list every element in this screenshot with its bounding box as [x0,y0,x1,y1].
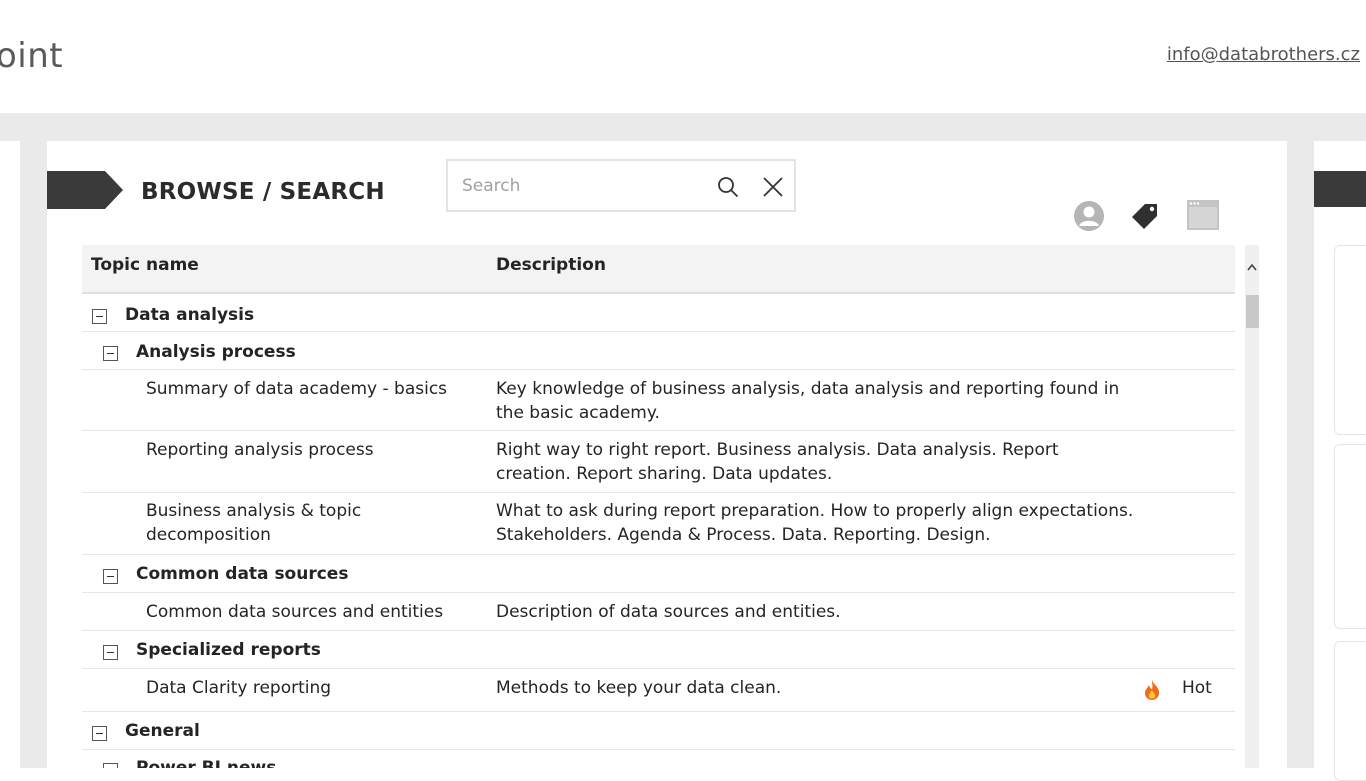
topic-description: What to ask during report preparation. H… [496,501,1134,545]
table-row[interactable]: Summary of data academy - basics Key kno… [82,371,1235,431]
right-card-tile [1334,444,1366,629]
scrollbar-thumb[interactable] [1246,295,1259,328]
right-card-edge [1314,141,1366,781]
fire-icon [1145,680,1160,700]
table-header: Topic name Description [82,245,1235,294]
right-card-tile [1334,245,1366,435]
group-label: Analysis process [136,342,296,362]
group-label: Specialized reports [136,640,321,660]
header-arrow-band [47,171,123,209]
close-icon[interactable] [761,175,785,199]
table-row-group[interactable]: Specialized reports [82,632,1235,669]
hot-tag-label: Hot [1182,678,1212,698]
group-label: General [125,721,200,741]
column-header-topic[interactable]: Topic name [91,255,199,275]
tag-icon[interactable] [1129,200,1161,232]
table-row-group[interactable]: Data analysis [82,296,1235,332]
topic-description: Right way to right report. Business anal… [496,440,1059,484]
chevron-up-icon[interactable] [1245,257,1259,277]
right-card-header-band [1314,171,1366,207]
collapse-toggle[interactable] [103,346,118,361]
table-row[interactable]: Common data sources and entities Descrip… [82,594,1235,631]
table-row[interactable]: Data Clarity reporting Methods to keep y… [82,670,1235,712]
left-card-edge [0,141,20,768]
topic-name: Common data sources and entities [146,602,444,622]
collapse-toggle[interactable] [103,569,118,584]
collapse-toggle[interactable] [92,309,107,324]
top-bar: oint info@databrothers.cz [0,0,1366,113]
topic-name: Summary of data academy - basics [146,379,448,399]
contact-email-link[interactable]: info@databrothers.cz [1167,44,1360,65]
search-icon[interactable] [716,175,740,199]
search-box [446,159,796,212]
browser-window-icon[interactable] [1187,200,1219,232]
table-row-group[interactable]: General [82,713,1235,750]
user-circle-icon[interactable] [1073,200,1105,232]
table-row-group[interactable]: Power BI news [82,751,1235,768]
group-label: Common data sources [136,564,349,584]
table-row-group[interactable]: Analysis process [82,333,1235,370]
topic-name: Business analysis & topic decomposition [146,501,362,545]
table-row[interactable]: Reporting analysis process Right way to … [82,432,1235,493]
browse-search-card: BROWSE / SEARCH Topic name Description [47,141,1287,768]
topic-description: Key knowledge of business analysis, data… [496,379,1120,423]
group-label: Power BI news [136,758,277,768]
table-scrollbar[interactable] [1245,245,1259,768]
collapse-toggle[interactable] [92,726,107,741]
topic-name: Data Clarity reporting [146,678,332,698]
topic-description: Description of data sources and entities… [496,602,841,622]
app-title: oint [0,36,64,76]
search-input[interactable] [462,173,702,199]
collapse-toggle[interactable] [103,763,118,768]
page-title: BROWSE / SEARCH [141,179,385,205]
topic-name: Reporting analysis process [146,440,374,460]
group-label: Data analysis [125,305,255,325]
collapse-toggle[interactable] [103,645,118,660]
column-header-description[interactable]: Description [496,255,606,275]
table-row[interactable]: Business analysis & topic decomposition … [82,494,1235,555]
topics-table: Topic name Description Data analysis Ana… [82,245,1235,768]
table-row-group[interactable]: Common data sources [82,556,1235,593]
topic-description: Methods to keep your data clean. [496,678,782,698]
right-card-tile [1334,641,1366,781]
